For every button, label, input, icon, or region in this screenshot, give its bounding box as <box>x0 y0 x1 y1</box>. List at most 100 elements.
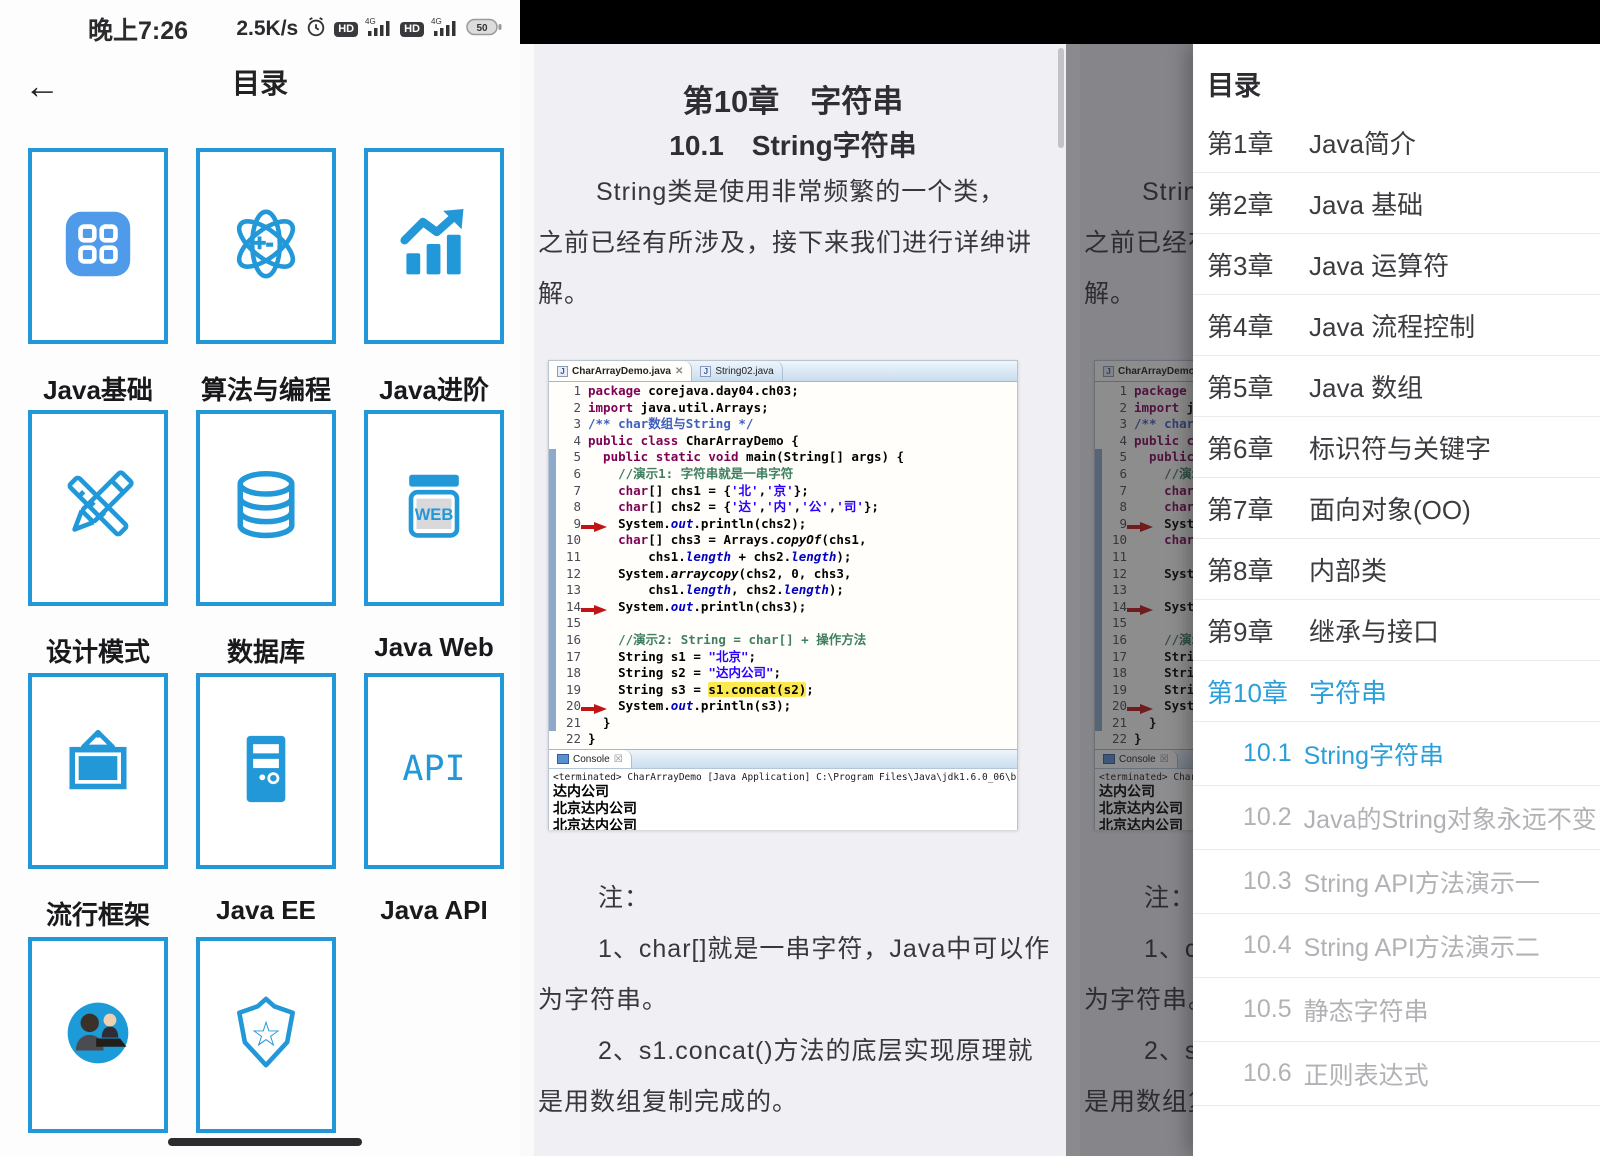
console-output-line: 北京达内公司 <box>549 801 1017 818</box>
status-bar-hidden <box>520 0 1066 44</box>
code-line: 13 chs1.length, chs2.length); <box>549 582 1017 599</box>
toc-item[interactable]: 10.3String API方法演示一 <box>1193 850 1600 914</box>
code-line: 10 char[] chs3 = Arrays.copyOf(chs1, <box>549 532 1017 549</box>
toc-item[interactable]: 10.1String字符串 <box>1193 722 1600 786</box>
category-card-web-browser[interactable]: WEB <box>364 410 504 606</box>
close-icon[interactable]: ☒ <box>614 754 623 765</box>
category-card-chart-growth[interactable] <box>364 148 504 344</box>
category-card-badge-star[interactable]: ☆ <box>196 937 336 1133</box>
code-line: 19 String s3 = s1.concat(s2); <box>549 682 1017 699</box>
gutter-range-bar <box>549 483 556 500</box>
code-line: 1package corejava.day04.ch03; <box>549 383 1017 400</box>
code-line: 9 System.out.println(chs2); <box>549 516 1017 533</box>
editor-tab-bar: JCharArrayDemo.java✕JString02.java <box>549 361 1017 382</box>
category-label: Java API <box>364 895 504 926</box>
reader-screen: 第10章 字符串 10.1 String字符串 String类是使用非常频繁的一… <box>520 0 1066 1156</box>
toc-item-label: Java 数组 <box>1309 368 1423 405</box>
toc-item-number: 第6章 <box>1207 429 1297 466</box>
toc-item-number: 第7章 <box>1207 490 1297 527</box>
section-heading: 10.1 String字符串 <box>520 124 1066 164</box>
category-card-atom[interactable]: +- <box>196 148 336 344</box>
toc-item-number: 第2章 <box>1207 185 1297 222</box>
chapter-heading: 第10章 字符串 <box>520 76 1066 121</box>
gutter-range-bar <box>549 698 556 715</box>
category-label: Java EE <box>196 895 336 926</box>
console-tab-bar: Console ☒ <box>549 749 1017 769</box>
category-card-api[interactable]: API <box>364 673 504 869</box>
note-line: 是用数组复制完成的。 <box>538 1082 798 1118</box>
category-label: 算法与编程 <box>196 370 336 407</box>
toc-item[interactable]: 10.5 静态字符串 <box>1193 978 1600 1042</box>
code-line: 11 chs1.length + chs2.length); <box>549 549 1017 566</box>
signal-bars-icon-2: 4G <box>431 16 459 42</box>
toc-item[interactable]: 第3章Java 运算符 <box>1193 234 1600 295</box>
svg-text:+-: +- <box>253 230 273 255</box>
toc-item-label: Java 基础 <box>1309 185 1423 222</box>
toc-item-number: 10.2 <box>1243 803 1292 832</box>
toc-item[interactable]: 第9章继承与接口 <box>1193 600 1600 661</box>
category-label: 设计模式 <box>28 632 168 669</box>
category-card-design-tools[interactable] <box>28 410 168 606</box>
toc-item-number: 10.3 <box>1243 867 1292 896</box>
volte-hd-icon-2: HD <box>400 22 424 37</box>
editor-tab[interactable]: JString02.java <box>692 361 782 381</box>
code-line: 14 System.out.println(chs3); <box>549 599 1017 616</box>
toc-item-label: Java 运算符 <box>1309 246 1449 283</box>
category-card-app-grid[interactable] <box>28 148 168 344</box>
toc-item-number: 10.5 <box>1243 995 1292 1024</box>
home-indicator[interactable] <box>168 1138 362 1146</box>
toc-item-label: 静态字符串 <box>1304 992 1429 1028</box>
toc-item-label: 正则表达式 <box>1304 1056 1429 1092</box>
code-line: 15 <box>549 615 1017 632</box>
toc-drawer-title: 目录 <box>1193 44 1600 112</box>
toc-item[interactable]: 第10章字符串 <box>1193 661 1600 722</box>
category-card-server[interactable] <box>196 673 336 869</box>
category-label: 数据库 <box>196 632 336 669</box>
gutter-range-bar <box>549 449 556 466</box>
category-card-interview-people[interactable] <box>28 937 168 1133</box>
battery-percent: 50 <box>476 23 488 34</box>
code-line: 5 public static void main(String[] args)… <box>549 449 1017 466</box>
editor-tab[interactable]: JCharArrayDemo.java✕ <box>549 361 692 381</box>
toc-item[interactable]: 10.4String API方法演示二 <box>1193 914 1600 978</box>
atom-icon: +- <box>220 198 312 295</box>
badge-star-icon: ☆ <box>220 987 312 1084</box>
alarm-icon <box>305 16 327 43</box>
web-browser-icon: WEB <box>388 460 480 557</box>
console-process-header: <terminated> CharArrayDemo [Java Applica… <box>549 770 1017 784</box>
toc-item[interactable]: 第2章 Java 基础 <box>1193 173 1600 234</box>
java-file-icon: J <box>557 366 568 377</box>
signal-bars-icon-1: 4G <box>365 16 393 42</box>
close-icon[interactable]: ✕ <box>675 366 683 377</box>
gutter-range-bar <box>549 516 556 533</box>
code-line: 18 String s2 = "达内公司"; <box>549 665 1017 682</box>
toc-item[interactable]: 10.6正则表达式 <box>1193 1042 1600 1106</box>
paragraph-line: String类是使用非常频繁的一个类， <box>596 172 1005 208</box>
toc-item[interactable]: 第1章Java简介 <box>1193 112 1600 173</box>
category-card-whiteboard[interactable] <box>28 673 168 869</box>
svg-text:4G: 4G <box>365 17 376 26</box>
toc-item[interactable]: 第6章标识符与关键字 <box>1193 417 1600 478</box>
gutter-range-bar <box>549 665 556 682</box>
gutter-range-bar <box>549 532 556 549</box>
toc-item-number: 第4章 <box>1207 307 1297 344</box>
toc-item[interactable]: 第7章面向对象(OO) <box>1193 478 1600 539</box>
status-bar: 晚上7:26 2.5K/s HD 4G HD 4G <box>0 0 520 58</box>
page-edge <box>520 44 534 1156</box>
whiteboard-icon <box>52 723 144 820</box>
toc-item-label: 继承与接口 <box>1309 612 1439 649</box>
toc-item[interactable]: 第4章Java 流程控制 <box>1193 295 1600 356</box>
battery-icon: 50 <box>466 18 502 41</box>
toc-item[interactable]: 第5章Java 数组 <box>1193 356 1600 417</box>
category-card-database[interactable] <box>196 410 336 606</box>
java-file-icon: J <box>700 366 711 377</box>
toc-item[interactable]: 10.2Java的String对象永远不变 <box>1193 786 1600 850</box>
design-tools-icon <box>52 460 144 557</box>
gutter-range-bar <box>549 466 556 483</box>
database-icon <box>220 460 312 557</box>
screenshot-composite: 晚上7:26 2.5K/s HD 4G HD 4G <box>0 0 1600 1156</box>
toc-item[interactable]: 第8章内部类 <box>1193 539 1600 600</box>
toc-item-label: 字符串 <box>1309 673 1387 710</box>
console-tab[interactable]: Console ☒ <box>549 750 632 768</box>
toc-item-number: 第10章 <box>1207 673 1297 710</box>
